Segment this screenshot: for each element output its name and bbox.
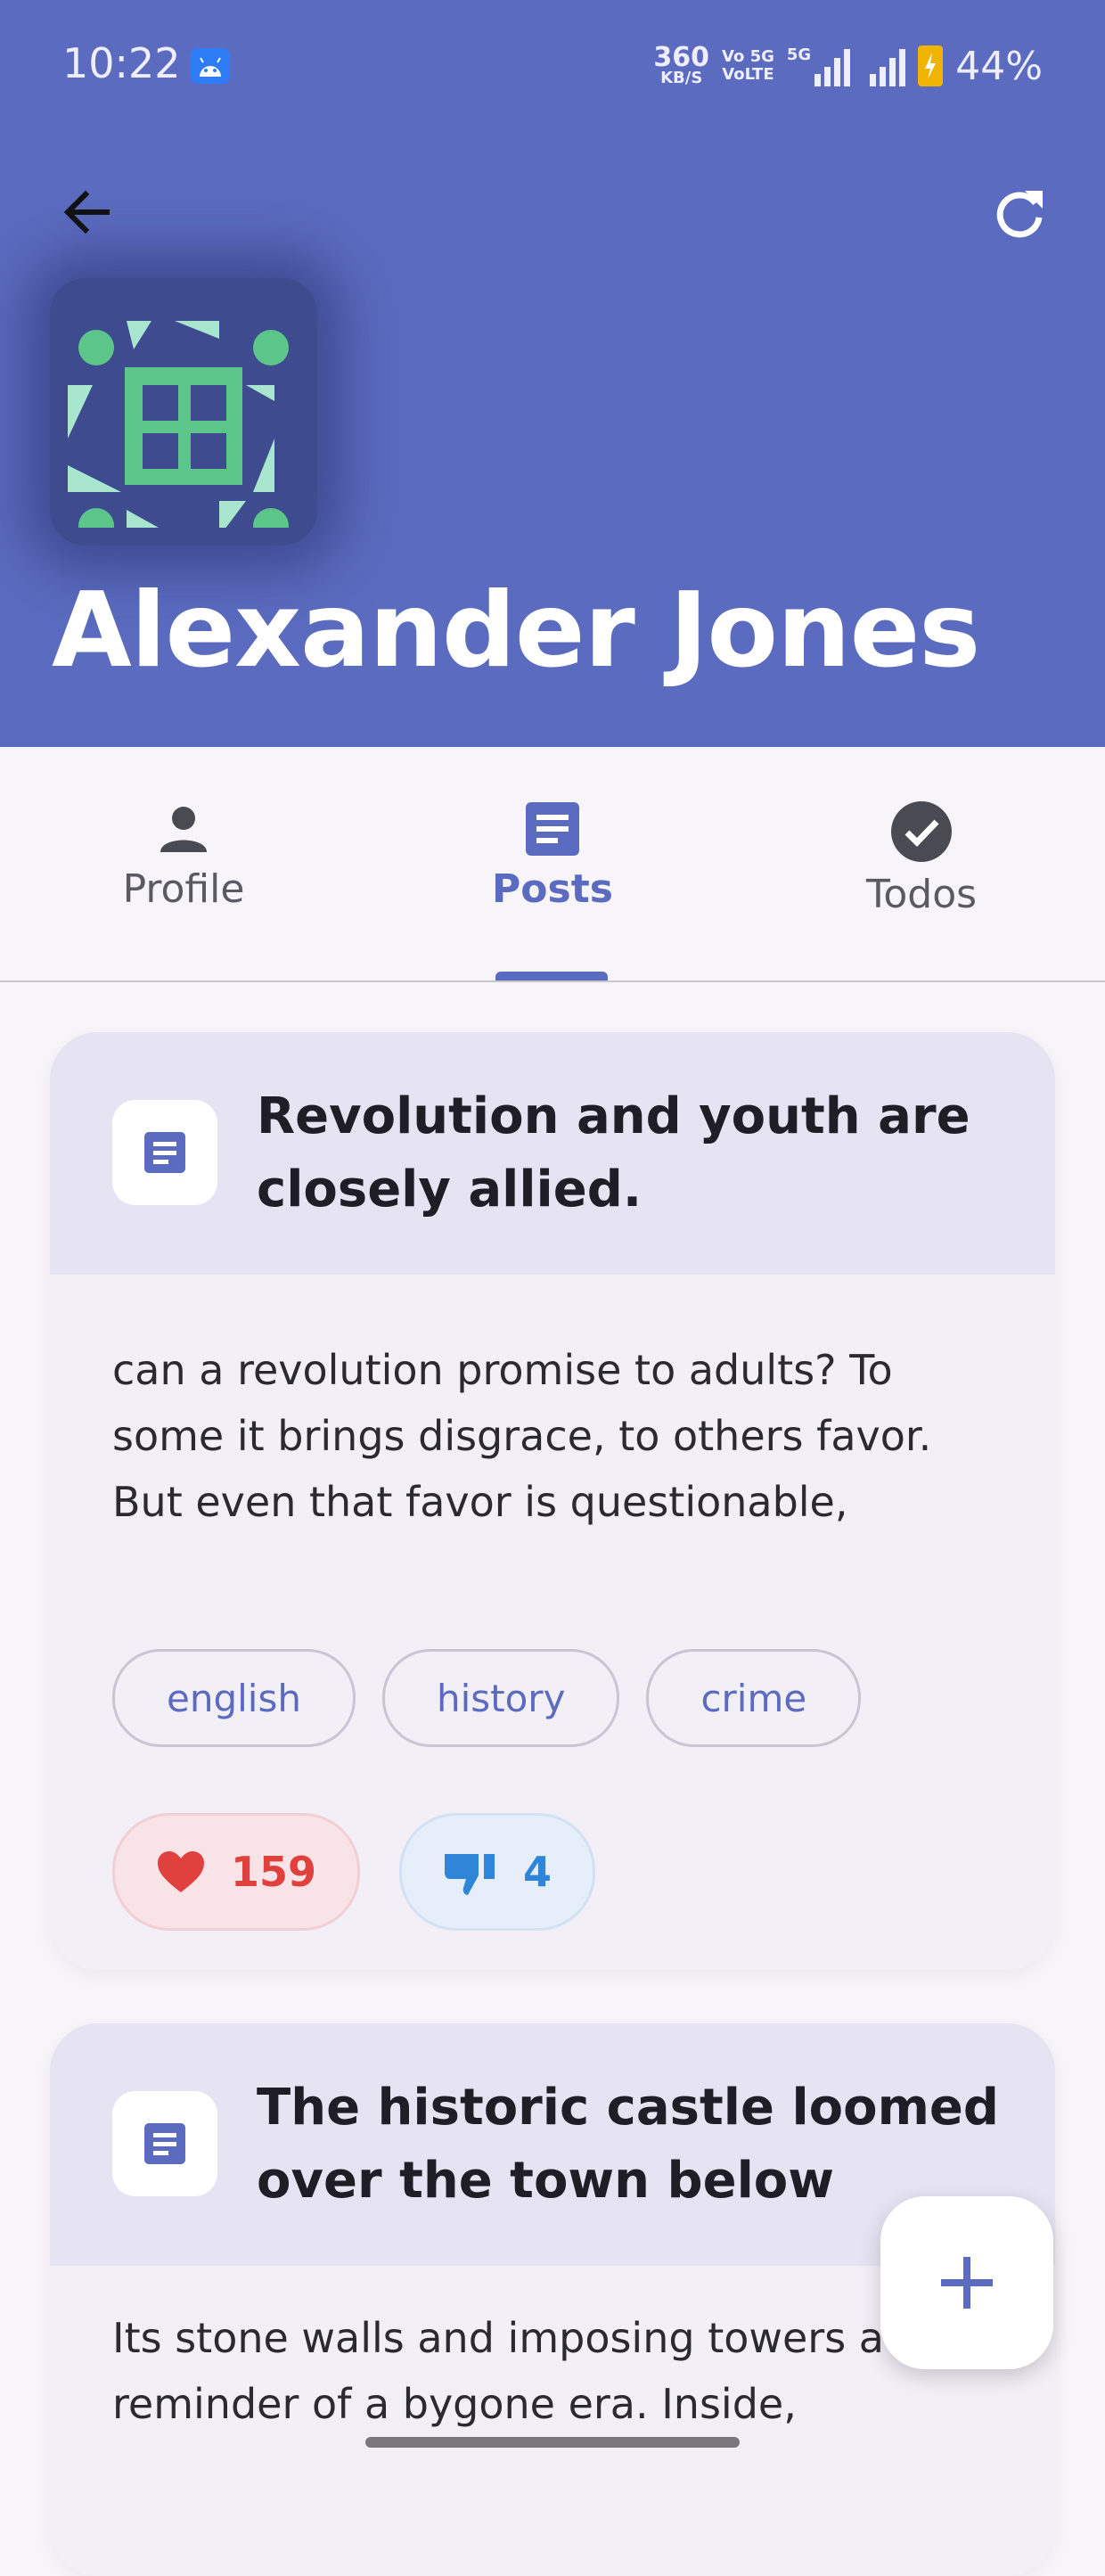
post-icon-box: [112, 2091, 217, 2196]
net-speed: 360 KB/S: [653, 42, 709, 87]
heart-icon: [158, 1851, 204, 1892]
back-button[interactable]: [53, 178, 121, 246]
post-tags: english history crime: [112, 1649, 862, 1747]
post-card[interactable]: Revolution and youth are closely allied.…: [50, 1032, 1055, 1970]
tab-todos[interactable]: Todos: [779, 800, 1064, 917]
post-title: The historic castle loomed over the town…: [257, 2079, 999, 2210]
battery-percent: 44%: [955, 43, 1043, 89]
signal-5g-icon: 5G: [787, 45, 851, 86]
identicon-avatar-icon: [68, 321, 289, 528]
post-body: Its stone walls and imposing towers a re…: [112, 2314, 884, 2428]
signal-icon: [870, 45, 906, 86]
tab-bar: Profile Posts Todos: [0, 747, 1105, 982]
check-circle-icon: [891, 801, 952, 862]
plus-icon: [941, 2257, 993, 2309]
battery-charging-icon: [918, 45, 944, 86]
avatar: [50, 278, 317, 546]
post-reactions: 159 4: [112, 1813, 596, 1931]
tag-chip[interactable]: crime: [646, 1649, 862, 1747]
profile-header: 10:22 360 KB/S Vo 5G VoLTE 5G 44% Alexan…: [0, 0, 1105, 747]
user-name: Alexander Jones: [52, 570, 980, 691]
refresh-button[interactable]: [986, 178, 1053, 246]
person-icon: [160, 807, 207, 852]
tag-chip[interactable]: english: [112, 1649, 356, 1747]
post-icon-box: [112, 1100, 217, 1205]
thumbs-down-icon: [445, 1854, 495, 1895]
post-title: Revolution and youth are closely allied.: [257, 1087, 970, 1218]
android-notification-icon: [191, 48, 230, 84]
post-body: can a revolution promise to adults? To s…: [112, 1346, 932, 1526]
document-icon: [526, 802, 579, 856]
status-icons: 360 KB/S Vo 5G VoLTE 5G 44%: [653, 39, 1043, 93]
refresh-icon: [996, 191, 1043, 238]
status-time: 10:22: [62, 39, 181, 87]
like-button[interactable]: 159: [112, 1813, 361, 1931]
home-indicator[interactable]: [365, 2437, 740, 2448]
document-icon: [144, 1132, 185, 1173]
tab-label-profile: Profile: [122, 866, 245, 912]
add-post-button[interactable]: [880, 2196, 1053, 2369]
document-icon: [144, 2123, 185, 2164]
like-count: 159: [231, 1848, 317, 1896]
tab-profile[interactable]: Profile: [41, 800, 326, 912]
tab-posts[interactable]: Posts: [410, 800, 695, 912]
tab-label-posts: Posts: [492, 866, 613, 912]
status-bar: 10:22 360 KB/S Vo 5G VoLTE 5G 44%: [0, 0, 1105, 134]
tab-label-todos: Todos: [865, 872, 978, 917]
tag-chip[interactable]: history: [381, 1649, 620, 1747]
post-card-header: Revolution and youth are closely allied.: [50, 1032, 1055, 1275]
dislike-button[interactable]: 4: [399, 1813, 596, 1931]
dislike-count: 4: [523, 1848, 552, 1896]
volte-indicator: Vo 5G VoLTE: [722, 47, 774, 84]
tab-active-indicator: [495, 972, 608, 980]
arrow-left-icon: [63, 190, 110, 234]
